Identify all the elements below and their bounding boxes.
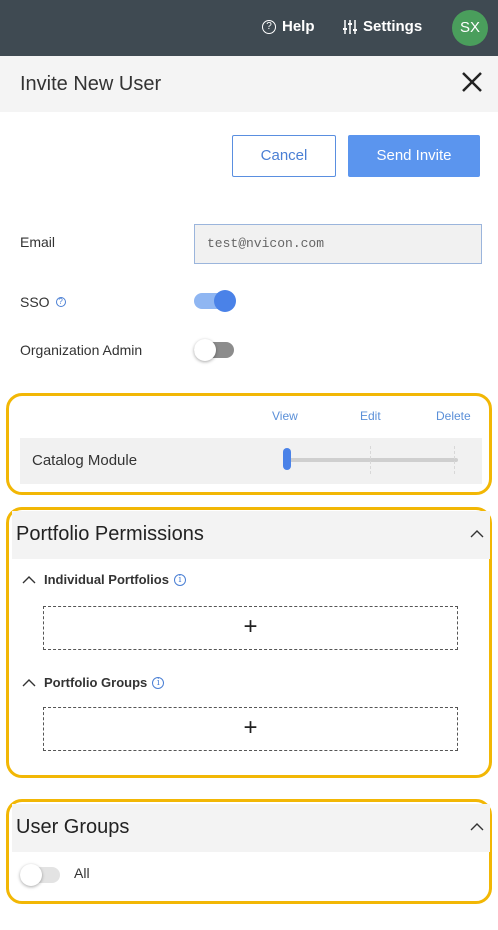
toggle-knob [214, 290, 236, 312]
all-label: All [74, 865, 90, 881]
dialog-title: Invite New User [20, 73, 162, 95]
user-groups-header[interactable]: User Groups [12, 804, 490, 852]
permission-slider-track[interactable] [288, 458, 458, 462]
add-portfolio-button[interactable]: + [43, 606, 458, 650]
portfolio-permissions-header[interactable]: Portfolio Permissions [12, 511, 490, 559]
permission-level-edit: Edit [360, 409, 381, 423]
toggle-knob [194, 339, 216, 361]
permission-level-view: View [272, 409, 298, 423]
slider-tick [370, 446, 371, 474]
email-label: Email [20, 234, 56, 250]
settings-link[interactable]: Settings [343, 18, 422, 35]
close-icon[interactable] [458, 68, 486, 96]
organization-admin-toggle[interactable] [194, 339, 236, 361]
dialog-header: Invite New User [0, 56, 498, 112]
cancel-button[interactable]: Cancel [232, 135, 336, 177]
chevron-up-icon[interactable] [470, 822, 484, 832]
chevron-up-icon[interactable] [470, 529, 484, 539]
chevron-up-icon [22, 678, 36, 686]
catalog-module-row: Catalog Module [20, 438, 482, 484]
organization-admin-label: Organization Admin [20, 342, 143, 358]
chevron-up-icon [22, 575, 36, 583]
sso-label-text: SSO [20, 294, 50, 310]
email-field[interactable]: test@nvicon.com [194, 224, 482, 264]
individual-portfolios-header[interactable]: Individual Portfolios i [22, 572, 186, 587]
top-navigation-bar: ? Help Settings SX [0, 0, 498, 56]
help-icon[interactable]: ? [55, 297, 66, 307]
section-title: User Groups [16, 816, 130, 838]
add-portfolio-group-button[interactable]: + [43, 707, 458, 751]
section-title: Portfolio Permissions [16, 523, 204, 545]
catalog-module-label: Catalog Module [32, 452, 138, 469]
info-icon[interactable]: i [152, 676, 165, 689]
user-avatar[interactable]: SX [452, 10, 488, 46]
portfolio-groups-header[interactable]: Portfolio Groups i [22, 675, 165, 690]
send-invite-button[interactable]: Send Invite [348, 135, 480, 177]
permission-level-delete: Delete [436, 409, 471, 423]
help-label: Help [282, 18, 315, 35]
all-user-groups-toggle[interactable] [20, 864, 62, 886]
sso-toggle[interactable] [194, 290, 236, 312]
help-link[interactable]: ? Help [262, 18, 315, 35]
permission-slider-handle[interactable] [283, 448, 291, 470]
settings-label: Settings [363, 18, 423, 35]
info-icon[interactable]: i [173, 573, 186, 586]
toggle-knob [20, 864, 42, 886]
sliders-icon [343, 19, 357, 34]
sso-label: SSO ? [20, 294, 66, 310]
portfolio-groups-label: Portfolio Groups [44, 675, 148, 690]
slider-tick [454, 446, 455, 474]
help-icon: ? [262, 19, 276, 34]
individual-portfolios-label: Individual Portfolios [44, 572, 169, 587]
